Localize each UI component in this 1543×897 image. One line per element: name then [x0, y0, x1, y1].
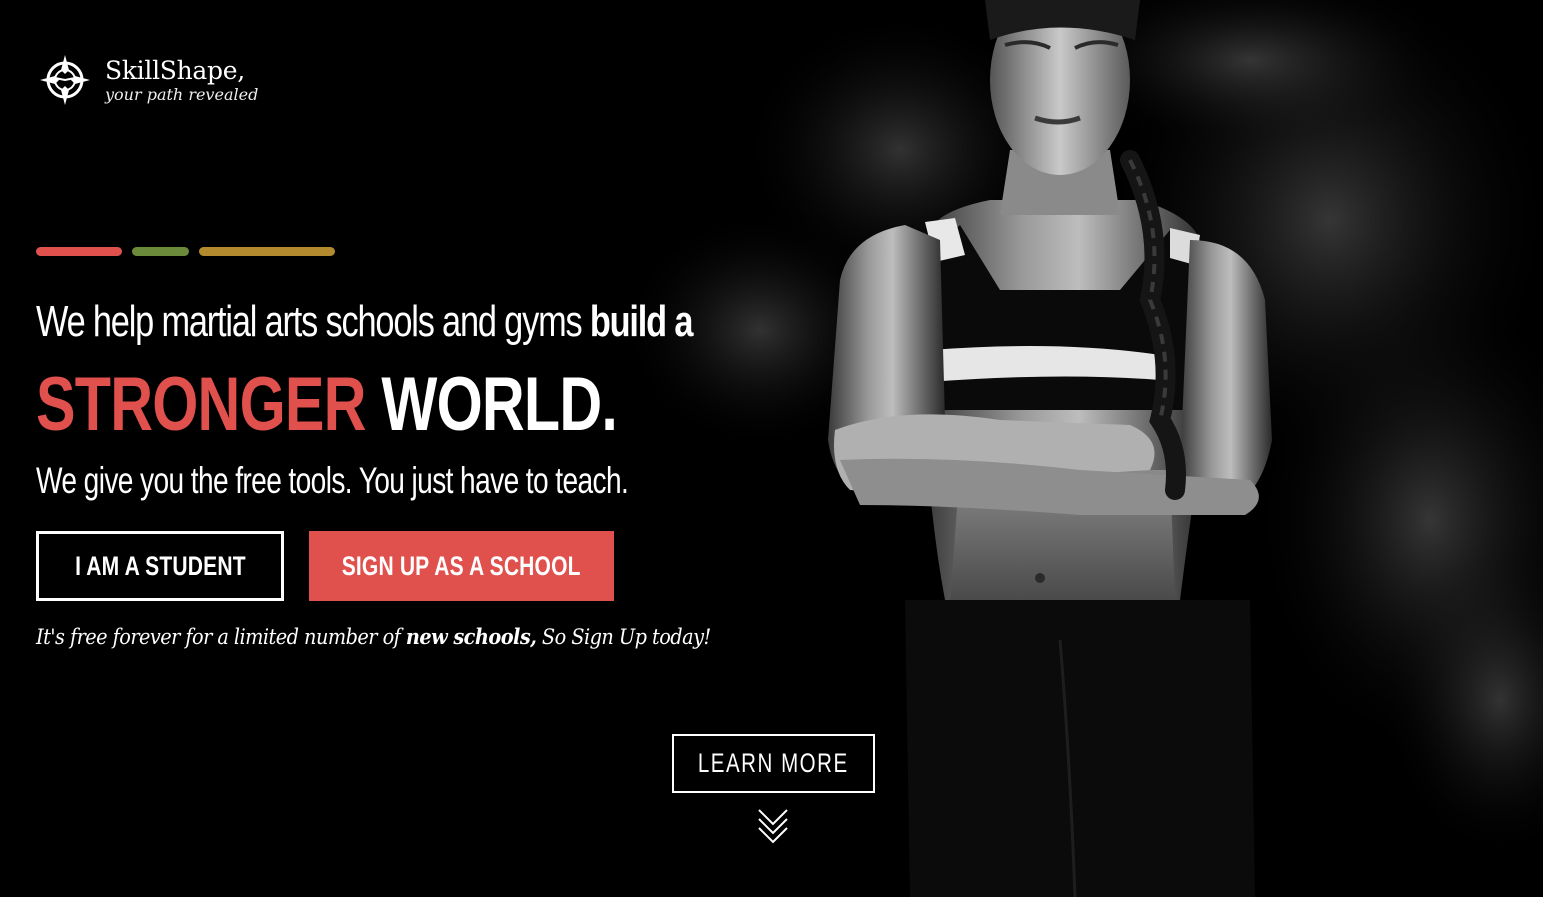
- student-button[interactable]: I AM A STUDENT: [36, 531, 284, 601]
- promo-text-before: It's free forever for a limited number o…: [36, 625, 406, 649]
- school-signup-button[interactable]: SIGN UP AS A SCHOOL: [309, 531, 614, 601]
- brand-name: SkillShape,: [105, 55, 245, 85]
- brand-tagline: your path revealed: [105, 84, 259, 104]
- learn-more-button[interactable]: LEARN MORE: [672, 734, 875, 793]
- learn-more-button-label: LEARN MORE: [698, 748, 849, 778]
- accent-bar-gold: [199, 247, 335, 256]
- school-signup-button-label: SIGN UP AS A SCHOOL: [342, 550, 581, 581]
- headline-intro-regular: We help martial arts schools and gyms: [36, 297, 590, 346]
- promo-text-after: So Sign Up today!: [536, 625, 711, 649]
- headline-intro-bold: build a: [589, 297, 694, 346]
- brand-logo[interactable]: SkillShape, your path revealed: [37, 52, 258, 108]
- compass-icon: [40, 55, 90, 105]
- promo-text-bold: new schools,: [405, 624, 537, 649]
- hero-section: SkillShape, your path revealed We help m…: [0, 0, 1543, 897]
- headline-intro: We help martial arts schools and gyms bu…: [36, 294, 694, 350]
- accent-bar-red: [36, 247, 122, 256]
- headline-main: STRONGER WORLD.: [36, 360, 618, 450]
- accent-bars: [36, 247, 335, 256]
- headline-main-white: WORLD.: [365, 362, 618, 447]
- accent-bar-green: [132, 247, 189, 256]
- headline-main-red: STRONGER: [36, 362, 366, 447]
- headline-subtitle: We give you the free tools. You just hav…: [36, 460, 629, 501]
- double-chevron-down-icon[interactable]: [756, 806, 790, 846]
- student-button-label: I AM A STUDENT: [74, 550, 246, 581]
- promo-note: It's free forever for a limited number o…: [36, 624, 711, 649]
